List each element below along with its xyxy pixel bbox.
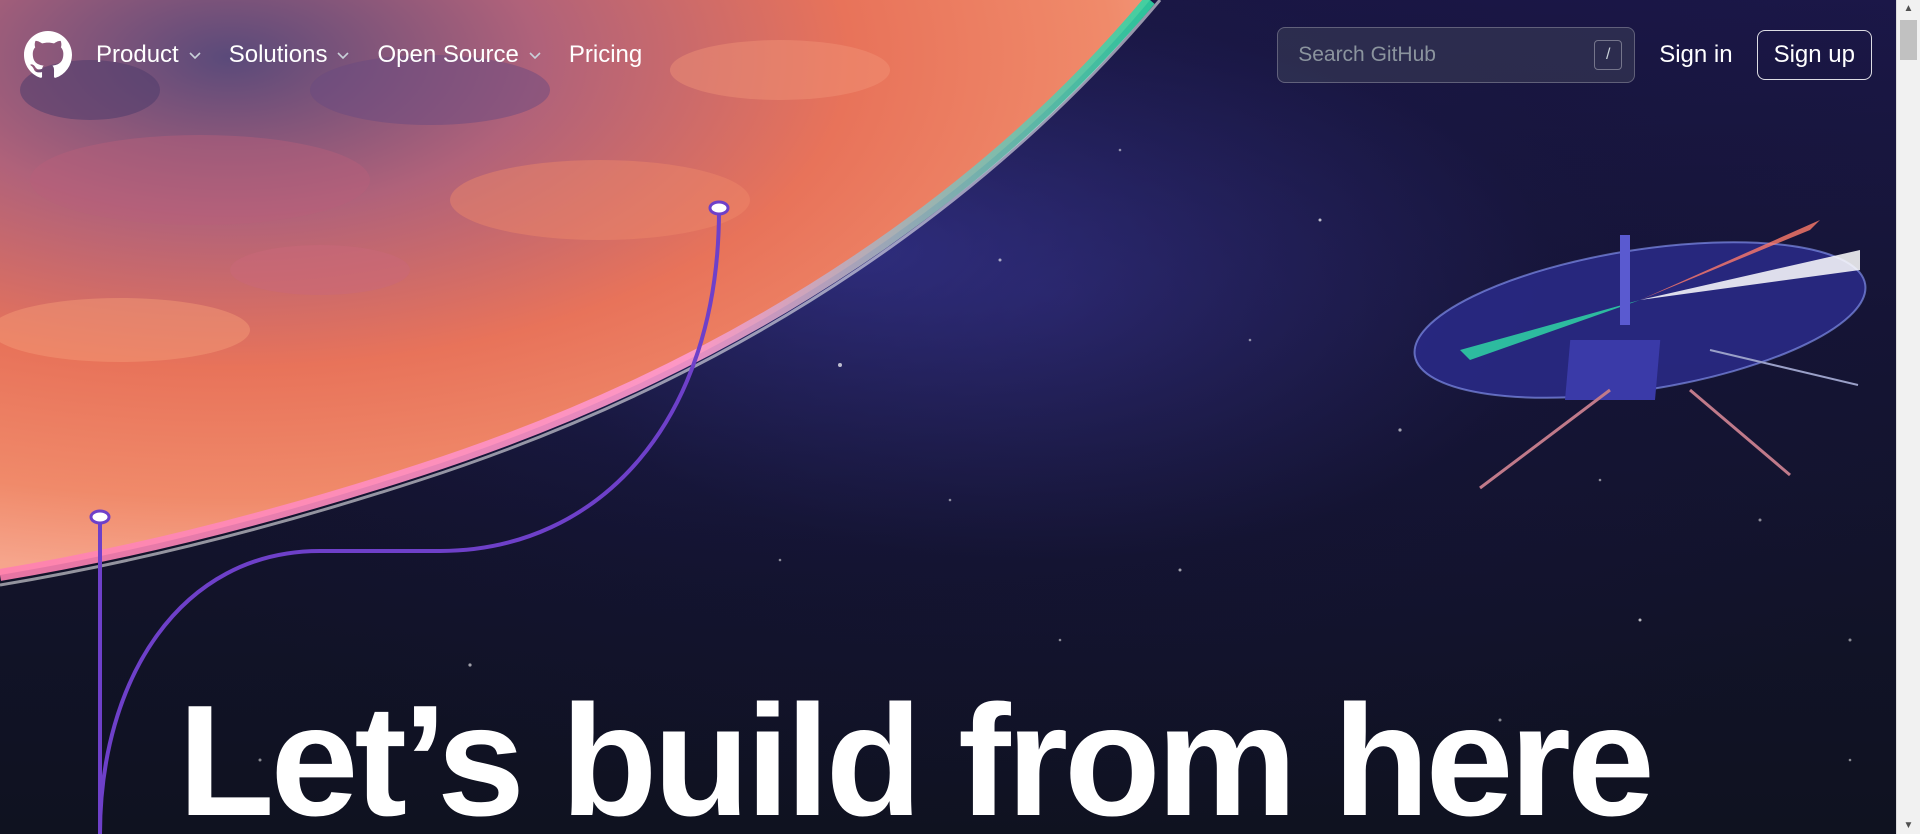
nav-pricing-label: Pricing — [568, 41, 643, 68]
nav-solutions[interactable]: Solutions — [229, 41, 352, 69]
page: Product Solutions Open Source Pricing / … — [0, 0, 1920, 834]
nav-product[interactable]: Product — [96, 41, 203, 69]
hero-headline: Let’s build from here — [178, 673, 1655, 834]
github-logo-link[interactable] — [24, 31, 72, 79]
github-mark-icon — [24, 31, 72, 78]
main-nav: Product Solutions Open Source Pricing — [96, 41, 642, 69]
search-box[interactable]: / — [1277, 27, 1636, 83]
sign-in-link[interactable]: Sign in — [1659, 41, 1732, 69]
scroll-down-arrow-icon[interactable]: ▼ — [1897, 817, 1920, 834]
nav-solutions-label: Solutions — [228, 41, 328, 68]
chevron-down-icon — [337, 52, 350, 60]
search-input[interactable] — [1296, 42, 1595, 68]
chevron-down-icon — [189, 52, 201, 60]
nav-pricing[interactable]: Pricing — [569, 41, 642, 69]
nav-open-source[interactable]: Open Source — [377, 41, 542, 69]
nav-open-source-label: Open Source — [377, 41, 519, 68]
search-shortcut-key: / — [1594, 40, 1623, 70]
page-scrollbar[interactable]: ▲ ▼ — [1896, 0, 1920, 834]
site-header: Product Solutions Open Source Pricing / … — [0, 0, 1896, 110]
nav-product-label: Product — [96, 41, 179, 68]
scroll-thumb[interactable] — [1900, 20, 1917, 60]
chevron-down-icon — [529, 52, 541, 60]
scroll-up-arrow-icon[interactable]: ▲ — [1897, 0, 1920, 17]
sign-up-button[interactable]: Sign up — [1756, 30, 1872, 80]
